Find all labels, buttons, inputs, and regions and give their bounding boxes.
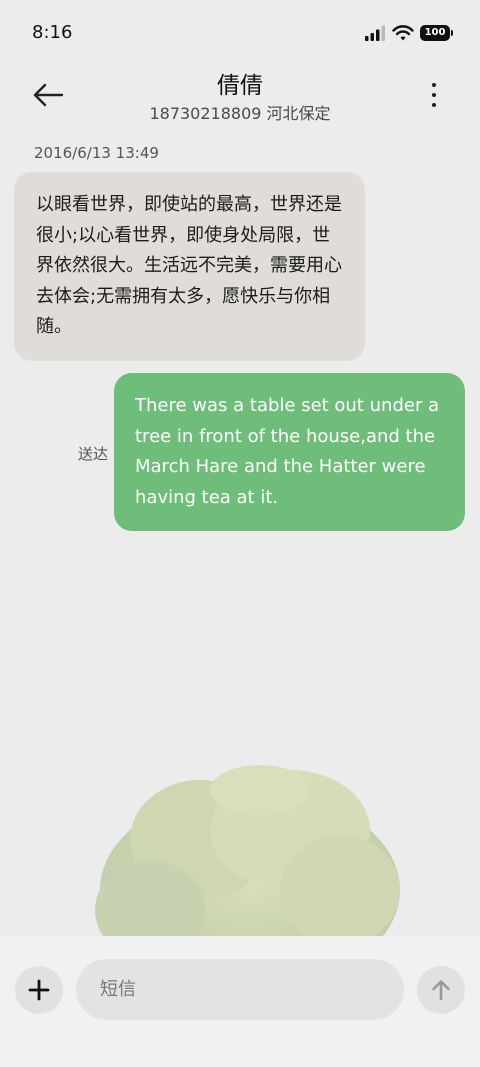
wifi-icon (392, 25, 414, 41)
incoming-message-bubble[interactable]: 以眼看世界，即使站的最高，世界还是很小;以心看世界，即使身处局限，世界依然很大。… (14, 172, 365, 361)
send-button[interactable] (417, 966, 465, 1014)
signal-icon (365, 25, 385, 41)
conversation-header: 倩倩 18730218809 河北保定 (0, 60, 480, 130)
battery-icon: 100 (420, 25, 453, 41)
status-icons: 100 (364, 24, 453, 42)
contact-subtitle: 18730218809 河北保定 (149, 104, 331, 123)
more-vertical-icon (432, 83, 436, 87)
add-attachment-button[interactable] (15, 966, 63, 1014)
plus-icon (28, 979, 50, 1001)
delivery-status: 送达 (78, 445, 109, 463)
outgoing-message-bubble[interactable]: There was a table set out under a tree i… (114, 373, 465, 531)
outgoing-message-text: There was a table set out under a tree i… (135, 395, 440, 508)
status-time: 8:16 (32, 22, 73, 43)
sms-input[interactable] (76, 959, 404, 1020)
send-arrow-icon (432, 980, 450, 1001)
status-bar: 8:16 100 (0, 0, 480, 66)
message-composer (0, 936, 480, 1067)
incoming-message-text: 以眼看世界，即使站的最高，世界还是很小;以心看世界，即使身处局限，世界依然很大。… (36, 194, 342, 337)
message-timestamp: 2016/6/13 13:49 (34, 144, 159, 162)
more-options-button[interactable] (422, 78, 446, 112)
battery-level: 100 (424, 27, 446, 38)
contact-name: 倩倩 (217, 73, 263, 99)
